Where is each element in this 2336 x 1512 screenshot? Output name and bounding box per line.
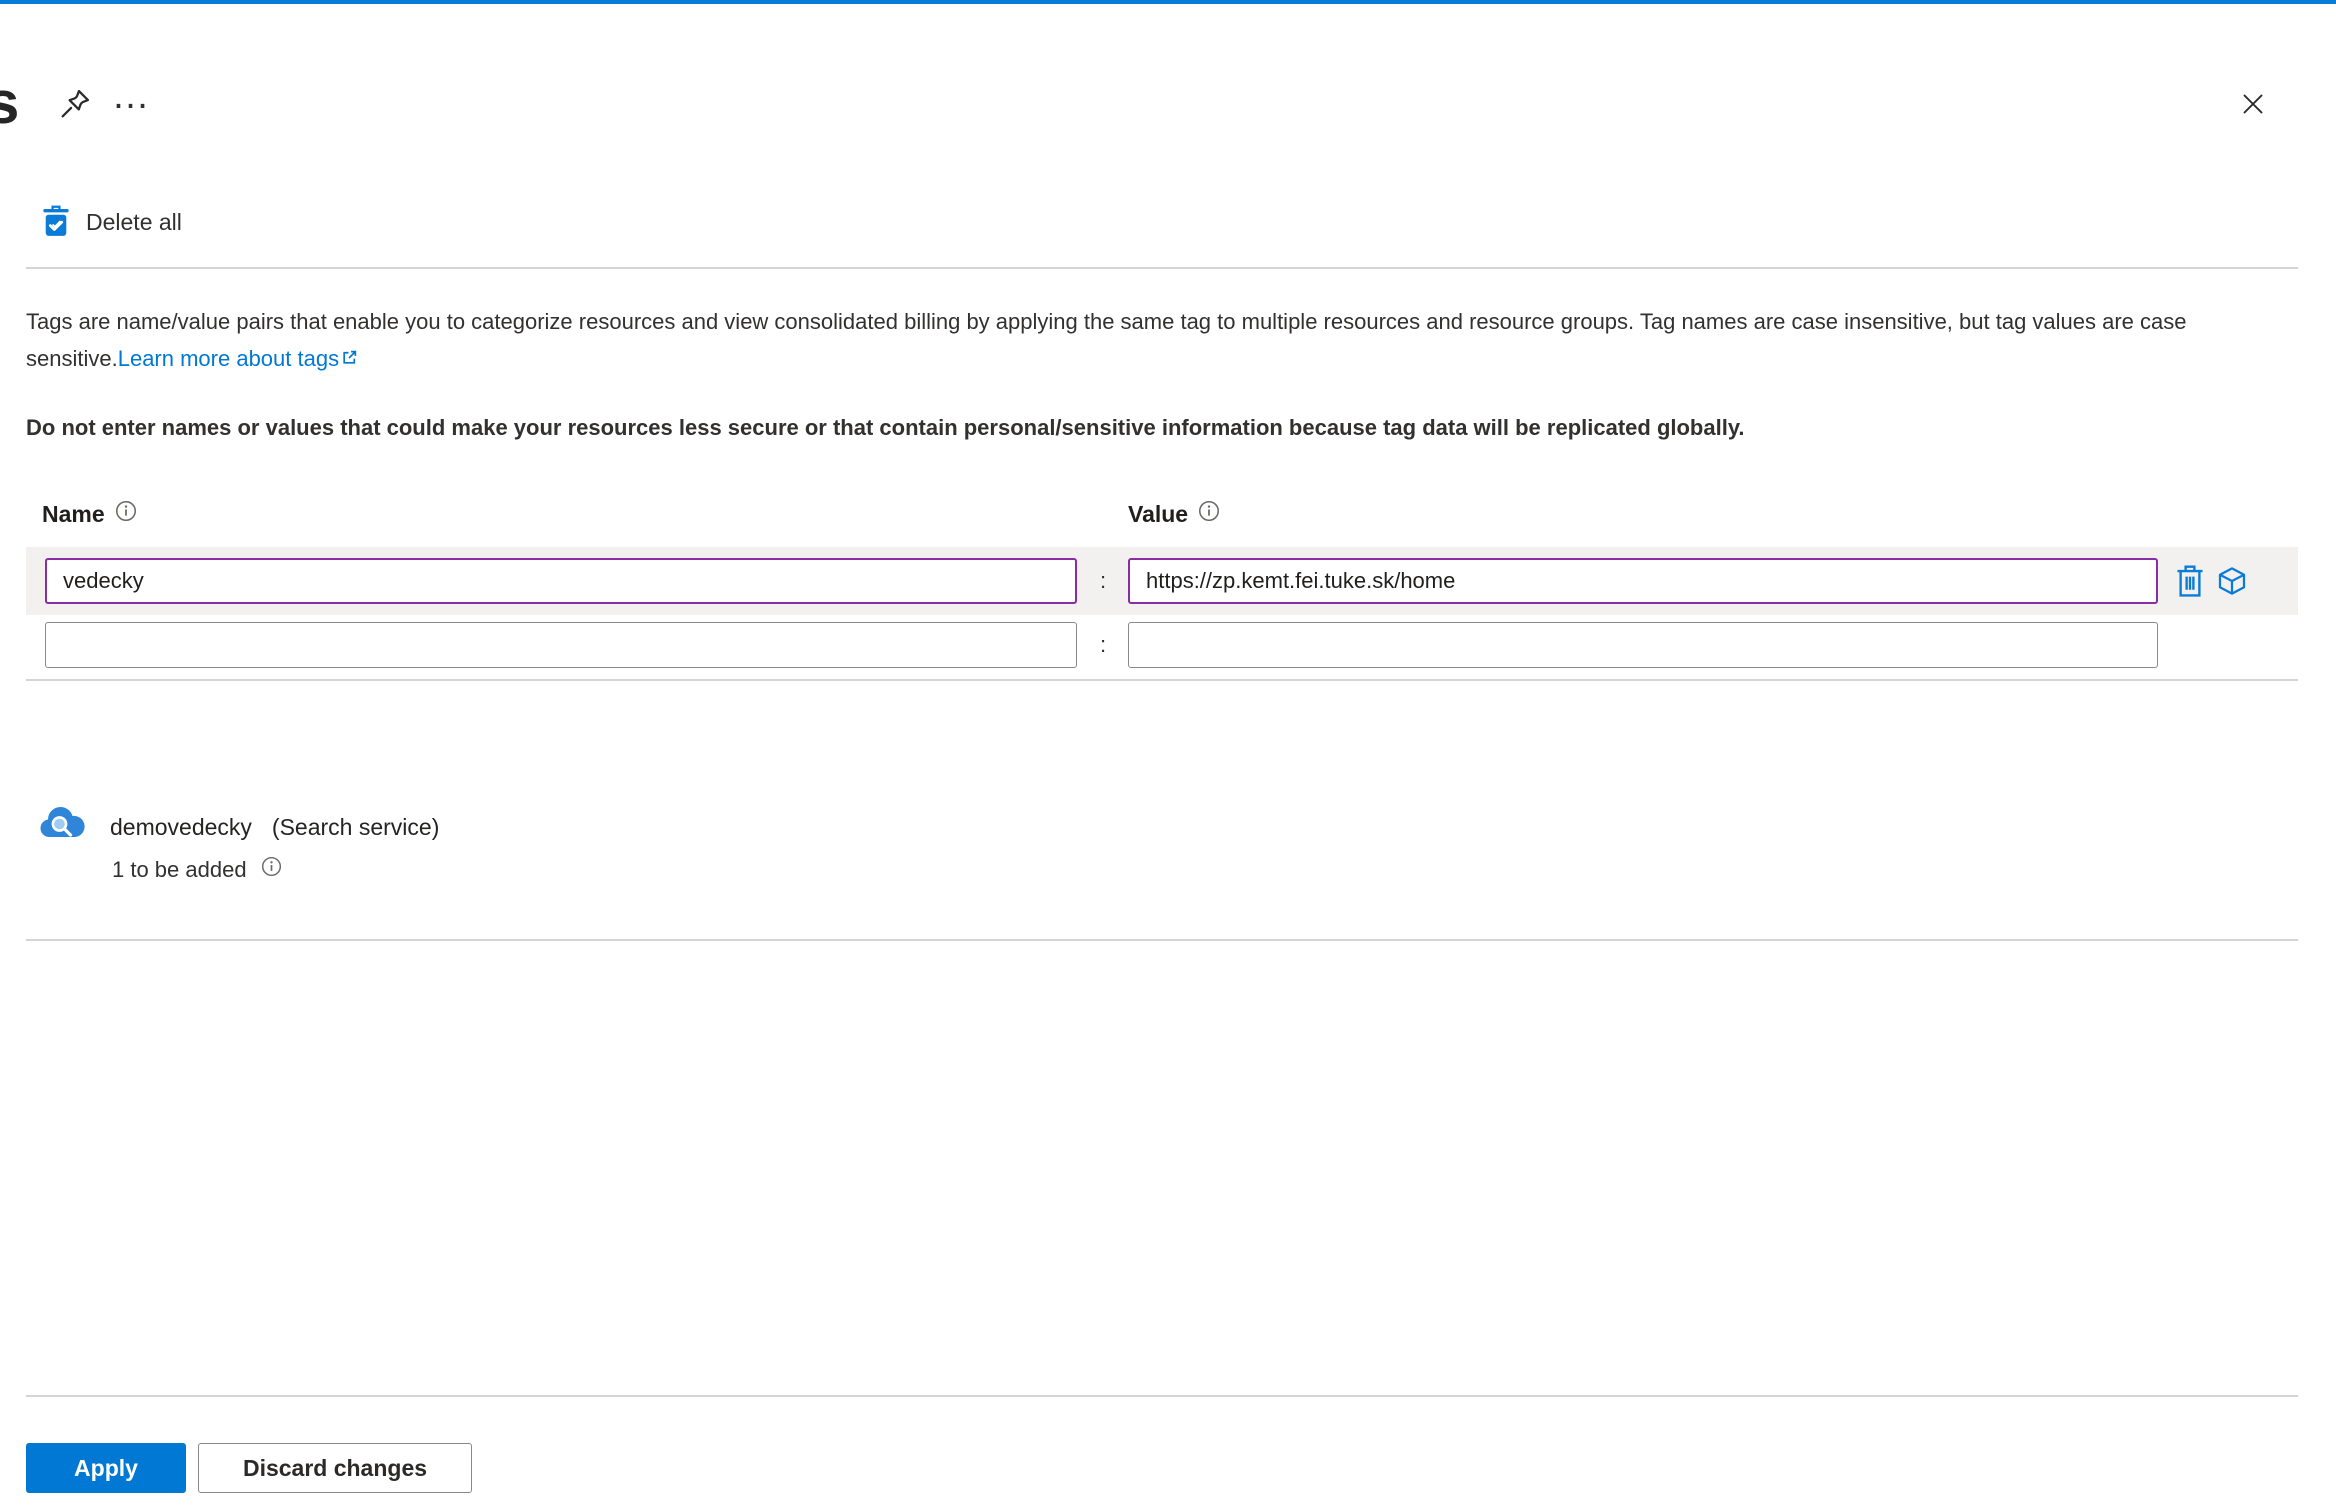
delete-all-button[interactable]: Delete all	[42, 198, 182, 246]
resource-pending-label: 1 to be added	[112, 856, 247, 882]
pin-button[interactable]	[52, 82, 98, 128]
tag-value-input-1[interactable]	[1128, 558, 2158, 604]
trash-check-icon	[42, 205, 70, 240]
divider-toolbar	[26, 267, 2298, 269]
name-column-header: Name	[42, 500, 137, 528]
info-icon[interactable]	[261, 856, 282, 883]
pin-icon	[57, 86, 93, 125]
tag-resources-button[interactable]	[2214, 564, 2250, 600]
resource-name: demovedecky	[110, 814, 252, 840]
tag-name-input-1[interactable]	[45, 558, 1077, 604]
name-value-separator: :	[1099, 632, 1107, 657]
tag-value-input-2[interactable]	[1128, 622, 2158, 668]
close-blade-button[interactable]	[2230, 82, 2276, 128]
resource-type: (Search service)	[271, 814, 440, 840]
learn-more-link[interactable]: Learn more about tags	[118, 346, 339, 371]
trash-icon	[2175, 564, 2205, 601]
delete-all-label: Delete all	[86, 208, 182, 235]
page-title: s	[0, 68, 30, 144]
portal-top-accent-bar	[0, 0, 2336, 4]
name-value-separator: :	[1099, 568, 1107, 593]
external-link-icon[interactable]	[341, 340, 358, 377]
ellipsis-icon: …	[111, 75, 155, 117]
tags-blade: s … Delete all Tags are name/value pairs…	[0, 0, 2336, 1512]
apply-button[interactable]: Apply	[26, 1443, 186, 1493]
tag-name-input-2[interactable]	[45, 622, 1077, 668]
resource-row: demovedecky (Search service)	[110, 814, 439, 841]
resource-pending: 1 to be added	[112, 856, 282, 883]
value-column-header: Value	[1128, 500, 1220, 528]
search-service-icon	[38, 806, 86, 847]
tags-description: Tags are name/value pairs that enable yo…	[26, 303, 2314, 377]
value-header-label: Value	[1128, 500, 1189, 527]
cube-icon	[2216, 565, 2248, 600]
divider-resources	[26, 939, 2298, 941]
discard-changes-button[interactable]: Discard changes	[198, 1443, 472, 1493]
more-actions-button[interactable]: …	[110, 75, 156, 128]
tags-warning: Do not enter names or values that could …	[26, 415, 1745, 440]
delete-tag-button[interactable]	[2172, 564, 2208, 600]
page-title-text: s	[0, 69, 20, 136]
divider-rows	[26, 679, 2298, 681]
info-icon[interactable]	[115, 500, 137, 528]
close-icon	[2236, 87, 2270, 124]
info-icon[interactable]	[1198, 500, 1220, 528]
name-header-label: Name	[42, 500, 105, 527]
divider-footer	[26, 1395, 2298, 1397]
